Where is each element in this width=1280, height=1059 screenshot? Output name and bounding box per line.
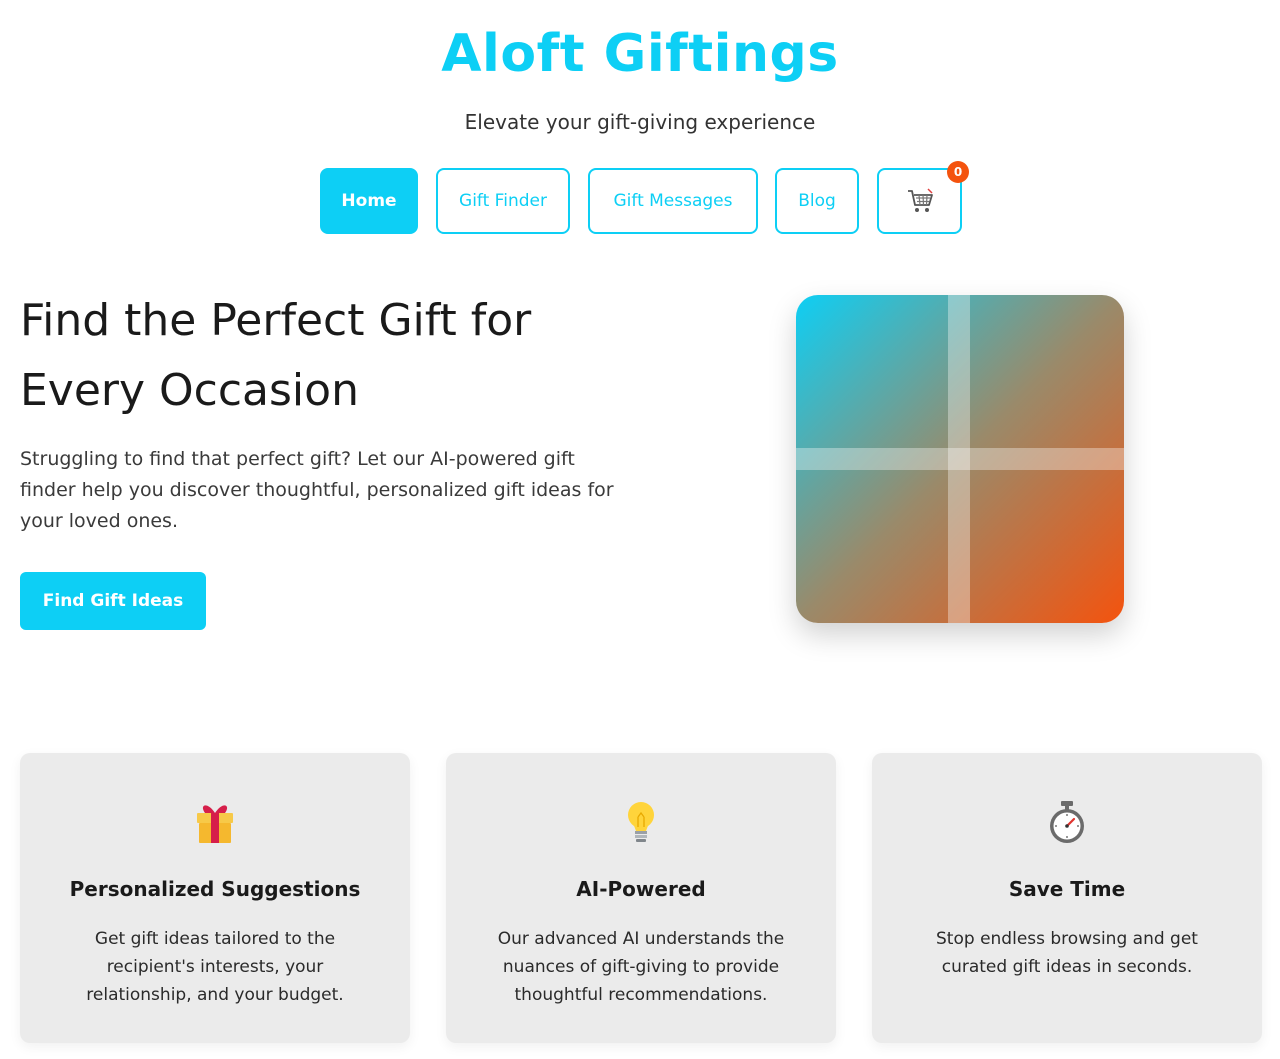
nav-gift-finder-button[interactable]: Gift Finder [436, 168, 570, 234]
brand-title[interactable]: Aloft Giftings [0, 24, 1280, 84]
lightbulb-icon [628, 802, 654, 842]
main-nav: Home Gift Finder Gift Messages Blog 0 [0, 161, 1280, 234]
nav-home-button[interactable]: Home [320, 168, 418, 234]
feature-card-save-time: Save Time Stop endless browsing and get … [872, 753, 1262, 1043]
tagline: Elevate your gift-giving experience [464, 110, 816, 134]
cart-icon [907, 188, 933, 212]
page: Aloft Giftings Elevate your gift-giving … [0, 0, 1280, 1059]
cart-count-badge: 0 [947, 161, 969, 183]
hero-title-line-2: Every Occasion [20, 365, 359, 416]
feature-title: Personalized Suggestions [69, 877, 361, 901]
feature-title: AI-Powered [576, 877, 706, 901]
feature-text: Get gift ideas tailored to the recipient… [86, 929, 344, 1005]
hero-title: Find the Perfect Gift for Every Occasion [20, 286, 660, 426]
ribbon-horizontal [796, 448, 1124, 470]
gift-box-illustration [796, 295, 1124, 623]
cart-button[interactable]: 0 [877, 161, 969, 234]
feature-text: Our advanced AI understands the nuances … [497, 929, 785, 1005]
feature-card-ai-powered: AI-Powered Our advanced AI understands t… [446, 753, 836, 1043]
nav-blog-button[interactable]: Blog [775, 168, 859, 234]
gift-icon [197, 805, 233, 843]
nav-gift-messages-button[interactable]: Gift Messages [588, 168, 758, 234]
hero-title-line-1: Find the Perfect Gift for [20, 295, 532, 346]
hero-description: Struggling to find that perfect gift? Le… [20, 448, 614, 532]
find-gift-ideas-button[interactable]: Find Gift Ideas [20, 572, 206, 630]
feature-title: Save Time [1008, 877, 1126, 901]
stopwatch-icon [1050, 801, 1084, 843]
feature-card-personalized: Personalized Suggestions Get gift ideas … [20, 753, 410, 1043]
feature-text: Stop endless browsing and get curated gi… [936, 929, 1198, 977]
